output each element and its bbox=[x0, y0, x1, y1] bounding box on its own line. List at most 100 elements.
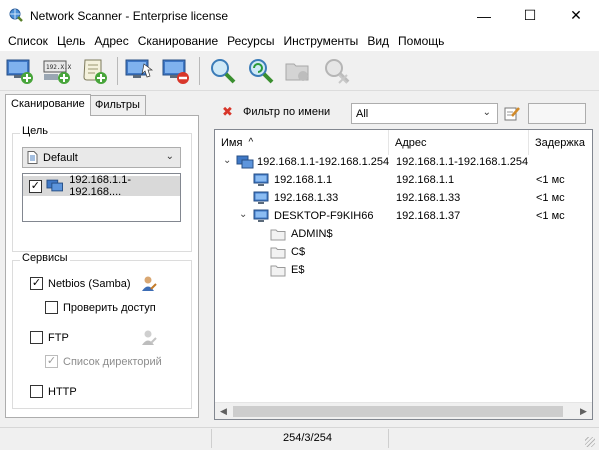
menu-list[interactable]: Список bbox=[4, 34, 52, 48]
folder-icon bbox=[270, 247, 286, 259]
netbios-label: Netbios (Samba) bbox=[48, 277, 131, 290]
row-delay: <1 мс bbox=[536, 174, 565, 186]
stop-scan-icon bbox=[162, 59, 189, 84]
check-access-checkbox[interactable] bbox=[45, 301, 58, 314]
stop-scan-button[interactable] bbox=[159, 54, 193, 88]
close-button[interactable]: ✕ bbox=[553, 0, 599, 31]
target-profile-select[interactable]: Default ⌄ bbox=[22, 147, 181, 168]
row-name: 192.168.1.1-192.168.1.254 bbox=[257, 156, 390, 168]
expand-chevron-icon[interactable]: ⌄ bbox=[223, 155, 231, 166]
status-separator bbox=[388, 429, 389, 448]
service-ftp[interactable]: FTP bbox=[30, 331, 69, 344]
check-access-label: Проверить доступ bbox=[63, 301, 156, 314]
menu-address[interactable]: Адрес bbox=[90, 34, 132, 48]
menu-tools[interactable]: Инструменты bbox=[279, 34, 362, 48]
add-range-button[interactable]: 192.X.X bbox=[40, 54, 74, 88]
scrollbar-thumb[interactable] bbox=[233, 406, 563, 417]
computer-icon bbox=[253, 173, 269, 186]
scan-button[interactable] bbox=[122, 54, 156, 88]
row-delay: <1 мс bbox=[536, 210, 565, 222]
filter-label: Фильтр по имени bbox=[243, 106, 331, 118]
tab-filters[interactable]: Фильтры bbox=[89, 95, 146, 115]
add-computer-button[interactable] bbox=[3, 54, 37, 88]
tree-row[interactable]: ⌄ 192.168.1.1-192.168.1.254 192.168.1.1-… bbox=[215, 154, 592, 172]
edit-filter-icon[interactable] bbox=[504, 105, 520, 121]
expand-chevron-icon[interactable]: ⌄ bbox=[239, 209, 247, 220]
row-address: 192.168.1.1 bbox=[396, 174, 455, 186]
row-address: 192.168.1.33 bbox=[396, 192, 461, 204]
column-header-name-label: Имя bbox=[221, 136, 243, 149]
scan-script-button[interactable] bbox=[77, 54, 111, 88]
resize-grip-icon[interactable] bbox=[585, 437, 595, 447]
folder-icon bbox=[270, 265, 286, 277]
tree-row[interactable]: E$ bbox=[215, 262, 592, 280]
computer-icon bbox=[253, 191, 269, 204]
horizontal-scrollbar[interactable]: ◀ ▶ bbox=[215, 402, 592, 419]
menu-help[interactable]: Помощь bbox=[394, 34, 448, 48]
tree-row[interactable]: C$ bbox=[215, 244, 592, 262]
row-name: 192.168.1.1 bbox=[274, 174, 333, 186]
tree-row[interactable]: 192.168.1.33 192.168.1.33 <1 мс bbox=[215, 190, 592, 208]
row-name: ADMIN$ bbox=[291, 228, 333, 240]
filter-select[interactable]: All ⌄ bbox=[351, 103, 498, 124]
share-folder-icon bbox=[285, 63, 309, 81]
http-checkbox[interactable] bbox=[30, 385, 43, 398]
panel-splitter[interactable] bbox=[204, 92, 208, 425]
dir-list-label: Список директорий bbox=[63, 355, 162, 368]
tab-scanning[interactable]: Сканирование bbox=[5, 94, 91, 116]
service-http[interactable]: HTTP bbox=[30, 385, 77, 398]
title-bar: Network Scanner - Enterprise license — ☐… bbox=[0, 0, 599, 31]
column-header-delay[interactable]: Задержка bbox=[529, 130, 592, 155]
menu-view[interactable]: Вид bbox=[363, 34, 393, 48]
network-range-icon bbox=[46, 179, 63, 192]
find-button[interactable] bbox=[205, 54, 239, 88]
row-name: 192.168.1.33 bbox=[274, 192, 339, 204]
minimize-button[interactable]: — bbox=[461, 0, 507, 31]
column-header-address[interactable]: Адрес bbox=[389, 130, 529, 155]
filter-select-value: All bbox=[356, 107, 369, 120]
target-item-label: 192.168.1.1-192.168.... bbox=[69, 174, 132, 198]
netbios-checkbox[interactable]: ✓ bbox=[30, 277, 43, 290]
refresh-icon bbox=[249, 59, 274, 84]
row-name: E$ bbox=[291, 264, 305, 276]
target-item-checkbox[interactable]: ✓ bbox=[29, 179, 42, 193]
remove-button[interactable] bbox=[319, 54, 353, 88]
status-separator bbox=[211, 429, 212, 448]
sort-ascending-icon: ^ bbox=[248, 137, 254, 148]
add-range-icon: 192.X.X bbox=[43, 60, 72, 84]
filter-text-input[interactable] bbox=[528, 103, 586, 124]
chevron-down-icon: ⌄ bbox=[482, 107, 491, 118]
menu-target[interactable]: Цель bbox=[53, 34, 89, 48]
user-settings-icon[interactable] bbox=[140, 275, 158, 293]
tree-row[interactable]: ADMIN$ bbox=[215, 226, 592, 244]
column-header-name[interactable]: Имя ^ bbox=[215, 130, 389, 155]
folder-icon bbox=[270, 229, 286, 241]
row-delay: <1 мс bbox=[536, 192, 565, 204]
http-label: HTTP bbox=[48, 385, 77, 398]
row-name: C$ bbox=[291, 246, 306, 258]
target-list-item[interactable]: ✓ 192.168.1.1-192.168.... bbox=[23, 174, 180, 198]
chevron-down-icon: ⌄ bbox=[165, 151, 174, 162]
network-range-icon bbox=[236, 155, 254, 169]
menu-resources[interactable]: Ресурсы bbox=[223, 34, 278, 48]
scan-script-icon bbox=[83, 59, 107, 84]
computer-icon bbox=[253, 209, 269, 222]
clear-filter-icon[interactable]: ✖ bbox=[222, 104, 233, 120]
ftp-label: FTP bbox=[48, 331, 69, 344]
tree-row[interactable]: 192.168.1.1 192.168.1.1 <1 мс bbox=[215, 172, 592, 190]
scan-icon bbox=[125, 59, 154, 78]
menu-bar: Список Цель Адрес Сканирование Ресурсы И… bbox=[0, 31, 599, 51]
tree-row[interactable]: ⌄ DESKTOP-F9KIH66 192.168.1.37 <1 мс bbox=[215, 208, 592, 226]
svg-text:192.X.X: 192.X.X bbox=[46, 64, 72, 71]
scroll-right-icon[interactable]: ▶ bbox=[575, 403, 592, 420]
ftp-checkbox[interactable] bbox=[30, 331, 43, 344]
document-icon bbox=[27, 151, 38, 164]
scroll-left-icon[interactable]: ◀ bbox=[215, 403, 232, 420]
service-check-access[interactable]: Проверить доступ bbox=[45, 301, 156, 314]
share-folder-button[interactable] bbox=[281, 54, 315, 88]
maximize-button[interactable]: ☐ bbox=[507, 0, 553, 31]
menu-scanning[interactable]: Сканирование bbox=[134, 34, 222, 48]
service-netbios[interactable]: ✓ Netbios (Samba) bbox=[30, 277, 131, 290]
target-profile-value: Default bbox=[43, 151, 78, 164]
refresh-button[interactable] bbox=[243, 54, 277, 88]
